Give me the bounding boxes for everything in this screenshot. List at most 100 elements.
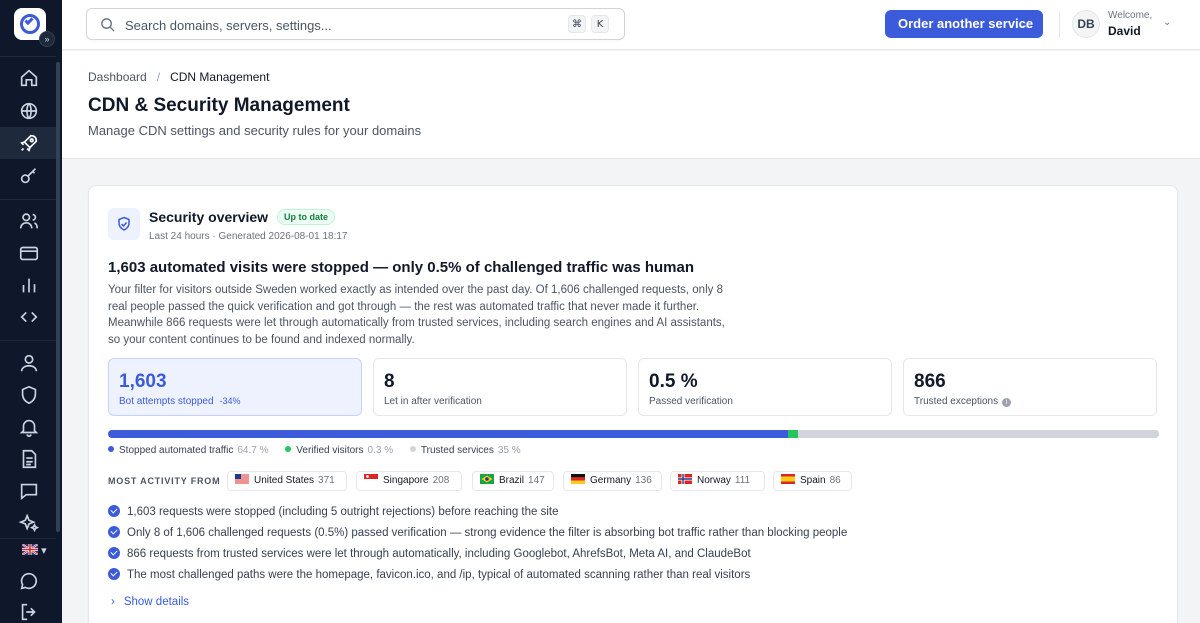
legend-dot: [285, 446, 292, 452]
finding-text: Only 8 of 1,606 challenged requests (0.5…: [127, 527, 848, 539]
expand-sidebar-button[interactable]: »: [39, 31, 55, 47]
overview-title: Security overview: [149, 209, 269, 225]
country-chip-singapore[interactable]: Singapore 208: [356, 471, 462, 491]
stat-label-text: Trusted exceptions: [914, 396, 999, 407]
country-count: 86: [829, 475, 841, 486]
stat-card-bots-stopped[interactable]: 1,603 Bot attempts stopped -34%: [108, 358, 362, 416]
finding-item: 866 requests from trusted services were …: [108, 547, 751, 560]
code-icon[interactable]: [18, 306, 40, 328]
stat-value: 0.5 %: [649, 371, 698, 392]
country-chip-spain[interactable]: Spain 86: [773, 471, 852, 491]
user-menu-chevron-icon[interactable]: ⌄: [1163, 17, 1171, 28]
overview-meta: Last 24 hours · Generated 2026-08-01 18:…: [149, 231, 348, 242]
order-service-label: Order another service: [898, 16, 1034, 31]
check-circle-icon: [108, 526, 120, 538]
sidebar-scrollbar[interactable]: [56, 62, 60, 532]
es-flag-icon: [781, 474, 795, 484]
country-name: Brazil: [499, 475, 525, 486]
legend-item-verified: Verified visitors 0.3 %: [285, 445, 393, 456]
stat-value: 8: [384, 371, 395, 392]
arrow-right-icon: →: [1019, 17, 1031, 31]
de-flag-icon: [571, 474, 585, 484]
globe-icon[interactable]: [18, 100, 40, 122]
us-flag-icon: [235, 474, 249, 484]
bell-icon[interactable]: [18, 416, 40, 438]
country-chip-united-states[interactable]: United States 371: [227, 471, 347, 491]
chevron-right-icon: ›: [111, 596, 115, 608]
search-placeholder: Search domains, servers, settings...: [125, 18, 332, 33]
stat-label: Passed verification: [649, 396, 733, 407]
country-name: Spain: [800, 475, 826, 486]
legend-pct: 0.3 %: [367, 445, 394, 456]
order-service-button[interactable]: Order another service →: [885, 10, 1043, 38]
legend-label: Verified visitors: [296, 445, 364, 456]
country-chip-norway[interactable]: Norway 111: [670, 471, 765, 491]
legend-item-trusted: Trusted services 35 %: [409, 445, 521, 456]
finding-text: 1,603 requests were stopped (including 5…: [127, 506, 559, 518]
sg-flag-icon: [364, 474, 378, 484]
user-name[interactable]: David: [1108, 24, 1141, 38]
check-circle-icon: [108, 568, 120, 580]
search-input[interactable]: Search domains, servers, settings... ⌘ K: [86, 8, 625, 40]
avatar[interactable]: DB: [1072, 10, 1100, 38]
no-flag-icon: [678, 474, 692, 484]
rocket-icon[interactable]: [18, 132, 40, 154]
logout-icon[interactable]: [18, 601, 40, 623]
breadcrumb-separator: /: [156, 70, 161, 84]
country-count: 111: [734, 475, 751, 486]
stat-card-passed-verification[interactable]: 0.5 % Passed verification: [638, 358, 892, 416]
country-name: United States: [254, 475, 315, 486]
welcome-text: Welcome,: [1108, 10, 1153, 21]
message-icon[interactable]: [18, 480, 40, 502]
check-circle-icon: [108, 547, 120, 559]
sparkle-icon[interactable]: [18, 512, 40, 534]
traffic-legend: Stopped automated traffic 64.7 % Verified…: [108, 445, 535, 456]
show-details-label: Show details: [123, 596, 190, 608]
sidebar: » ▾: [0, 0, 62, 623]
stat-card-let-in[interactable]: 8 Let in after verification: [373, 358, 627, 416]
info-icon[interactable]: i: [1002, 398, 1012, 407]
stat-value: 866: [914, 371, 946, 392]
language-chevron-icon: ▾: [41, 545, 47, 557]
legend-item-stopped: Stopped automated traffic 64.7 %: [108, 445, 268, 456]
sidebar-divider: [0, 199, 56, 200]
finding-item: 1,603 requests were stopped (including 5…: [108, 505, 559, 518]
stat-card-trusted-exceptions[interactable]: 866 Trusted exceptions i: [903, 358, 1157, 416]
stat-label: Bot attempts stopped -34%: [119, 396, 241, 407]
overview-headline: 1,603 automated visits were stopped — on…: [108, 259, 694, 276]
bar-segment-stopped: [108, 430, 788, 438]
country-count: 136: [635, 475, 652, 486]
page-subtitle: Manage CDN settings and security rules f…: [88, 123, 422, 138]
key-icon[interactable]: [18, 165, 40, 187]
bar-chart-icon[interactable]: [18, 274, 40, 296]
country-name: Norway: [697, 475, 731, 486]
finding-text: 866 requests from trusted services were …: [127, 548, 751, 560]
shield-icon[interactable]: [18, 384, 40, 406]
shortcut-key-cmd: ⌘: [568, 15, 586, 33]
status-badge: Up to date: [277, 209, 335, 225]
document-icon[interactable]: [18, 448, 40, 470]
credit-card-icon[interactable]: [18, 242, 40, 264]
home-icon[interactable]: [18, 67, 40, 89]
country-count: 147: [528, 475, 545, 486]
stat-value: 1,603: [119, 371, 167, 392]
overview-summary: Your filter for visitors outside Sweden …: [108, 284, 725, 346]
search-icon: [101, 18, 115, 32]
country-count: 371: [318, 475, 335, 486]
language-selector[interactable]: ▾: [22, 544, 47, 557]
sidebar-divider: [0, 340, 56, 341]
user-icon[interactable]: [18, 352, 40, 374]
finding-text: The most challenged paths were the homep…: [127, 569, 751, 581]
country-chip-germany[interactable]: Germany 136: [563, 471, 662, 491]
breadcrumb-dashboard[interactable]: Dashboard: [88, 70, 147, 84]
stat-delta: -34%: [219, 396, 241, 406]
shield-icon: [108, 208, 140, 240]
legend-dot: [108, 446, 114, 452]
chat-icon[interactable]: [18, 570, 40, 592]
users-icon[interactable]: [18, 210, 40, 232]
show-details-button[interactable]: › Show details: [111, 596, 189, 608]
sidebar-divider: [0, 56, 56, 57]
breadcrumb-current: CDN Management: [170, 70, 270, 84]
finding-item: The most challenged paths were the homep…: [108, 568, 750, 581]
country-chip-brazil[interactable]: Brazil 147: [472, 471, 554, 491]
